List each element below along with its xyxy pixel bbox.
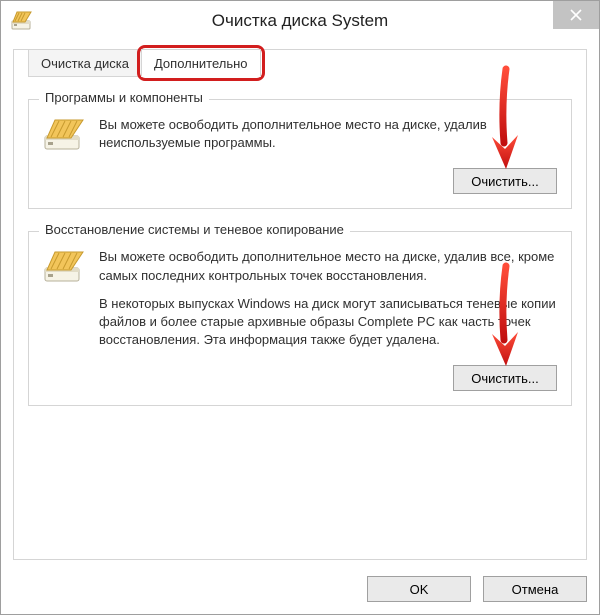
tab-strip: Очистка диска Дополнительно <box>28 49 572 77</box>
disk-cleanup-window: Очистка диска System Очистка диска Допол… <box>0 0 600 615</box>
group-programs-title: Программы и компоненты <box>39 90 209 105</box>
disk-cleanup-icon <box>11 10 33 32</box>
group-restore-text: Вы можете освободить дополнительное мест… <box>99 248 557 359</box>
disk-broom-icon <box>43 248 85 359</box>
disk-broom-icon <box>43 116 85 162</box>
group-programs-text: Вы можете освободить дополнительное мест… <box>99 116 557 162</box>
group-programs-description: Вы можете освободить дополнительное мест… <box>99 116 557 152</box>
dialog-buttons: OK Отмена <box>367 576 587 602</box>
cancel-button[interactable]: Отмена <box>483 576 587 602</box>
window-title: Очистка диска System <box>212 11 388 31</box>
close-icon <box>570 9 582 21</box>
group-restore: Восстановление системы и теневое копиров… <box>28 231 572 406</box>
client-area: Очистка диска Дополнительно Программы и … <box>13 49 587 560</box>
restore-cleanup-button[interactable]: Очистить... <box>453 365 557 391</box>
programs-cleanup-button[interactable]: Очистить... <box>453 168 557 194</box>
tab-more-options[interactable]: Дополнительно <box>141 49 261 77</box>
group-restore-title: Восстановление системы и теневое копиров… <box>39 222 350 237</box>
tab-disk-cleanup[interactable]: Очистка диска <box>28 49 142 77</box>
group-programs: Программы и компоненты Вы може <box>28 99 572 209</box>
group-restore-description-2: В некоторых выпусках Windows на диск мог… <box>99 295 557 350</box>
titlebar: Очистка диска System <box>1 1 599 41</box>
group-restore-description-1: Вы можете освободить дополнительное мест… <box>99 248 557 284</box>
ok-button[interactable]: OK <box>367 576 471 602</box>
close-button[interactable] <box>553 1 599 29</box>
